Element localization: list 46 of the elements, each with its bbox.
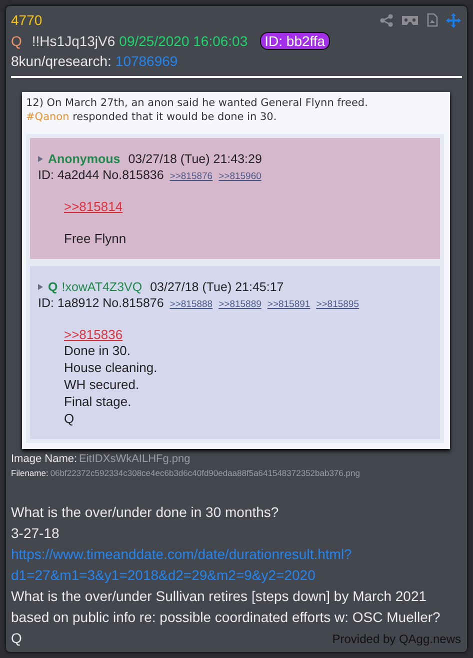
post-date: 03/27/18 (Tue) 21:45:17 (150, 280, 284, 294)
post-text: 3-27-18 (11, 524, 60, 543)
reply-link[interactable]: >>815960 (218, 171, 262, 182)
share-icon[interactable] (380, 14, 393, 26)
post-text: What is the over/under Sullivan retires [steps down] by March 2021 based on public info re: possible coordinated efforts w: OSC Mueller? (11, 587, 442, 627)
url-link[interactable]: d1=27&m1=3&y1=2018&d2=29&m2=9&y2=2020 (11, 565, 316, 586)
board-label: 8kun/qresearch: (11, 53, 112, 69)
filename-value: 06bf22372c592334c308ce4ec6b3d6c40fd90edaa88f5a641548372352bab376.png (50, 468, 360, 478)
post-text: House cleaning. (64, 359, 158, 376)
expand-triangle-icon (38, 156, 43, 162)
timestamp: 09/25/2020 16:06:03 (119, 32, 248, 48)
caption-line: 12) On March 27th, an anon said he wanted General Flynn freed. (26, 96, 369, 110)
post-number: 4770 (11, 12, 42, 28)
move-icon[interactable] (446, 12, 461, 28)
reply-link[interactable]: >>815889 (218, 299, 262, 310)
quote-link[interactable]: >>815836 (64, 327, 123, 342)
post-text: Done in 30. (64, 342, 132, 359)
post-text: Free Flynn (64, 230, 128, 247)
provider-credit: Provided by QAgg.news (332, 632, 461, 646)
filename-label: Filename: (11, 468, 48, 478)
reply-link[interactable]: >>815895 (316, 299, 359, 310)
poster-name: Anonymous (48, 152, 120, 166)
post-text: Q (11, 629, 22, 648)
expand-triangle-icon (38, 284, 43, 290)
post-text: Final stage. (64, 393, 132, 410)
image-name-label: Image Name: (11, 453, 78, 465)
tripcode: !!Hs1Jq13jV6 (32, 32, 116, 48)
url-link[interactable]: https://www.timeanddate.com/date/durationresult.html? (11, 544, 352, 565)
image-name-value: EitIDXsWkAILHFg.png (79, 453, 190, 465)
id-badge: ID: bb2ffa (260, 32, 330, 50)
post-text: Q (64, 410, 76, 427)
post-id: ID: 4a2d44 No.815836 (38, 168, 164, 182)
post-text: What is the over/under done in 30 months? (11, 503, 279, 522)
quote-link[interactable]: >>815814 (64, 199, 123, 214)
reply-link[interactable]: >>815876 (170, 171, 213, 182)
author-name: Q (11, 32, 22, 48)
post-id: ID: 1a8912 No.815876 (38, 296, 164, 310)
goggles-icon[interactable] (401, 14, 419, 26)
reply-link[interactable]: >>815891 (267, 299, 310, 310)
post-text: WH secured. (64, 376, 140, 393)
thread-link[interactable]: 10786969 (115, 53, 178, 69)
document-icon[interactable] (427, 13, 438, 27)
post-date: 03/27/18 (Tue) 21:43:29 (128, 152, 262, 166)
reply-link[interactable]: >>815888 (170, 299, 213, 310)
poster-name: Q !xowAT4Z3VQ (48, 280, 142, 294)
caption-line: #Qanon responded that it would be done in 30. (26, 110, 278, 124)
